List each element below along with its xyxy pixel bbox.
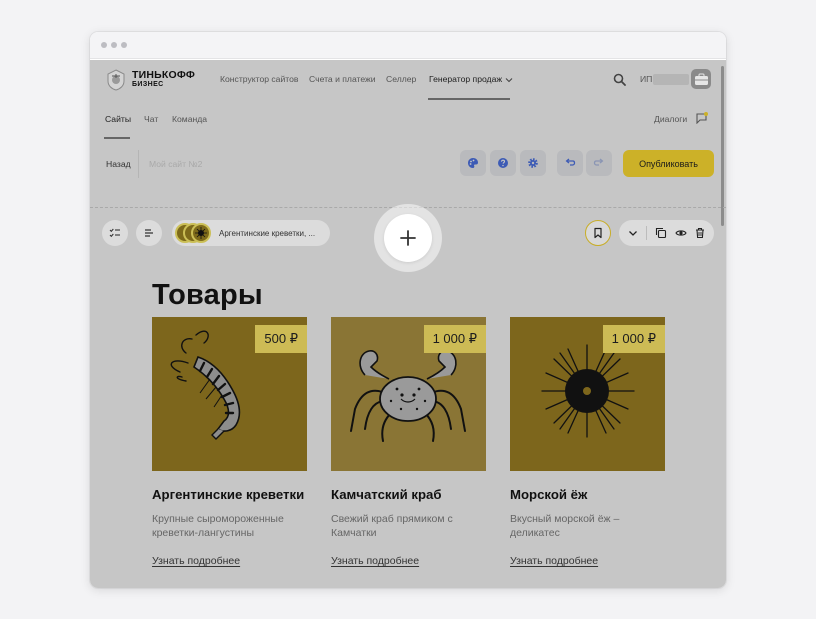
product-image: 1 000 ₽ [510, 317, 665, 471]
logo-text: ТИНЬКОФФ БИЗНЕС [132, 70, 195, 90]
learn-more-link[interactable]: Узнать подробнее [331, 555, 419, 567]
bookmark-icon [594, 227, 602, 239]
question-icon [498, 158, 508, 168]
browser-window: ТИНЬКОФФ БИЗНЕС Конструктор сайтов Счета… [90, 32, 726, 588]
nav-item-sales-generator[interactable]: Генератор продаж [429, 74, 513, 84]
product-title: Камчатский краб [331, 487, 442, 502]
search-icon[interactable] [613, 73, 626, 86]
app-viewport: ТИНЬКОФФ БИЗНЕС Конструктор сайтов Счета… [90, 60, 726, 588]
checklist-icon [109, 228, 120, 238]
avatar[interactable] [691, 69, 711, 89]
block-selector[interactable]: Аргентинские креветки, ... [172, 220, 330, 246]
chevron-down-icon[interactable] [627, 227, 639, 239]
block-thumb-urchin [191, 223, 211, 243]
palette-icon [468, 158, 478, 168]
plus-icon [400, 230, 416, 246]
help-button[interactable] [490, 150, 516, 176]
product-title: Аргентинские креветки [152, 487, 305, 502]
brand-name: ТИНЬКОФФ [132, 69, 196, 81]
chat-bubble-icon[interactable] [696, 112, 708, 124]
brand-sub: БИЗНЕС [132, 81, 164, 88]
section-title: Товары [152, 279, 263, 311]
undo-icon [565, 158, 576, 166]
nav-item-seller[interactable]: Селлер [386, 74, 416, 84]
price-badge: 1 000 ₽ [423, 325, 486, 353]
window-dot-minimize[interactable] [111, 42, 117, 48]
redo-button[interactable] [586, 150, 612, 176]
window-dot-maximize[interactable] [121, 42, 127, 48]
product-description: Свежий краб прямиком с Камчатки [331, 513, 453, 539]
block-thumbnails [175, 223, 215, 243]
publish-button[interactable]: Опубликовать [623, 150, 714, 177]
actions-divider [646, 226, 648, 240]
price-badge: 1 000 ₽ [602, 325, 665, 353]
bookmark-button[interactable] [585, 220, 611, 246]
dialogs-link[interactable]: Диалоги [654, 114, 687, 124]
logo[interactable]: ТИНЬКОФФ БИЗНЕС [105, 69, 195, 91]
duplicate-icon[interactable] [655, 227, 667, 239]
briefcase-icon [695, 73, 708, 85]
subnav-item-team[interactable]: Команда [172, 114, 207, 124]
subnav-active-indicator [104, 137, 130, 139]
toolbar-divider [138, 150, 139, 178]
chevron-down-icon [505, 78, 513, 83]
product-card[interactable]: 1 000 ₽ Камчатский краб Свежий краб прям… [331, 317, 486, 567]
window-chrome [90, 32, 726, 59]
price-badge: 500 ₽ [255, 325, 307, 353]
product-image: 1 000 ₽ [331, 317, 486, 471]
sea-urchin-mini-icon [195, 227, 207, 239]
site-name[interactable]: Мой сайт №2 [149, 159, 202, 169]
window-dot-close[interactable] [101, 42, 107, 48]
product-image: 500 ₽ [152, 317, 307, 471]
subnav-item-sites[interactable]: Сайты [105, 114, 131, 124]
align-left-icon [145, 229, 153, 237]
nav-item-site-builder[interactable]: Конструктор сайтов [220, 74, 298, 84]
block-checklist-button[interactable] [102, 220, 128, 246]
gear-icon [528, 158, 538, 168]
block-name: Аргентинские креветки, ... [219, 228, 316, 238]
undo-button[interactable] [557, 150, 583, 176]
block-align-button[interactable] [136, 220, 162, 246]
user-name-blurred[interactable] [653, 74, 689, 85]
settings-button[interactable] [520, 150, 546, 176]
nav-active-indicator [428, 98, 510, 100]
add-block-button[interactable] [384, 214, 432, 262]
back-button[interactable]: Назад [106, 159, 131, 169]
trash-icon[interactable] [694, 227, 706, 239]
product-card[interactable]: 500 ₽ Аргентинские креветки Крупные сыро… [152, 317, 307, 567]
learn-more-link[interactable]: Узнать подробнее [152, 555, 240, 567]
product-title: Морской ёж [510, 487, 588, 502]
block-actions [619, 220, 714, 246]
top-nav: ТИНЬКОФФ БИЗНЕС Конструктор сайтов Счета… [90, 60, 726, 100]
learn-more-link[interactable]: Узнать подробнее [510, 555, 598, 567]
redo-icon [593, 158, 604, 166]
tinkoff-emblem-icon [107, 69, 125, 91]
product-description: Крупные сыромороженные креветки-лангусти… [152, 513, 284, 539]
user-name-prefix[interactable]: ИП [640, 74, 652, 84]
eye-icon[interactable] [674, 227, 687, 239]
nav-item-accounts-payments[interactable]: Счета и платежи [309, 74, 376, 84]
theme-button[interactable] [460, 150, 486, 176]
subnav-item-chat[interactable]: Чат [144, 114, 158, 124]
product-description: Вкусный морской ёж – деликатес [510, 513, 620, 539]
nav-item-sales-generator-label: Генератор продаж [429, 74, 503, 84]
product-card[interactable]: 1 000 ₽ Морской ёж Вкусный морской ёж – … [510, 317, 665, 567]
